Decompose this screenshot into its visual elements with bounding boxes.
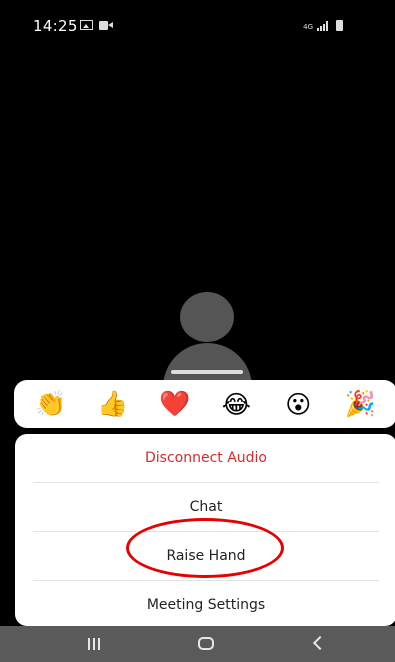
status-icons-right: 4G [303,20,343,31]
chat-button[interactable]: Chat [15,483,395,531]
avatar-head [180,292,234,342]
clapping-hands-reaction[interactable]: 👏 [31,389,71,419]
meeting-options-menu: Disconnect Audio Chat Raise Hand Meeting… [15,434,395,626]
meeting-screen: 14:25 4G 👏 👍 ❤️ 😂 😮 🎉 Disconnect Audio C… [0,0,395,662]
home-icon[interactable] [198,637,214,650]
raise-hand-button[interactable]: Raise Hand [15,532,395,580]
party-popper-reaction[interactable]: 🎉 [340,389,380,419]
meeting-settings-button[interactable]: Meeting Settings [15,581,395,626]
tears-of-joy-reaction[interactable]: 😂 [216,390,256,419]
thumbs-up-reaction[interactable]: 👍 [93,389,133,419]
disconnect-audio-button[interactable]: Disconnect Audio [15,434,395,482]
participant-avatar [163,292,253,393]
heart-reaction[interactable]: ❤️ [155,389,195,419]
status-bar: 14:25 4G [0,0,395,50]
back-icon[interactable] [312,635,328,651]
video-icon [99,20,113,30]
battery-icon [336,20,343,31]
status-icons-left [80,20,113,30]
network-type-label: 4G [303,23,313,31]
system-nav-bar [0,626,395,662]
gallery-icon [80,20,93,30]
reactions-bar: 👏 👍 ❤️ 😂 😮 🎉 [14,380,395,428]
status-time: 14:25 [33,17,78,35]
surprised-reaction[interactable]: 😮 [278,390,318,419]
signal-icon [317,21,328,31]
recents-icon[interactable] [88,638,100,650]
sheet-handle[interactable] [171,370,243,374]
